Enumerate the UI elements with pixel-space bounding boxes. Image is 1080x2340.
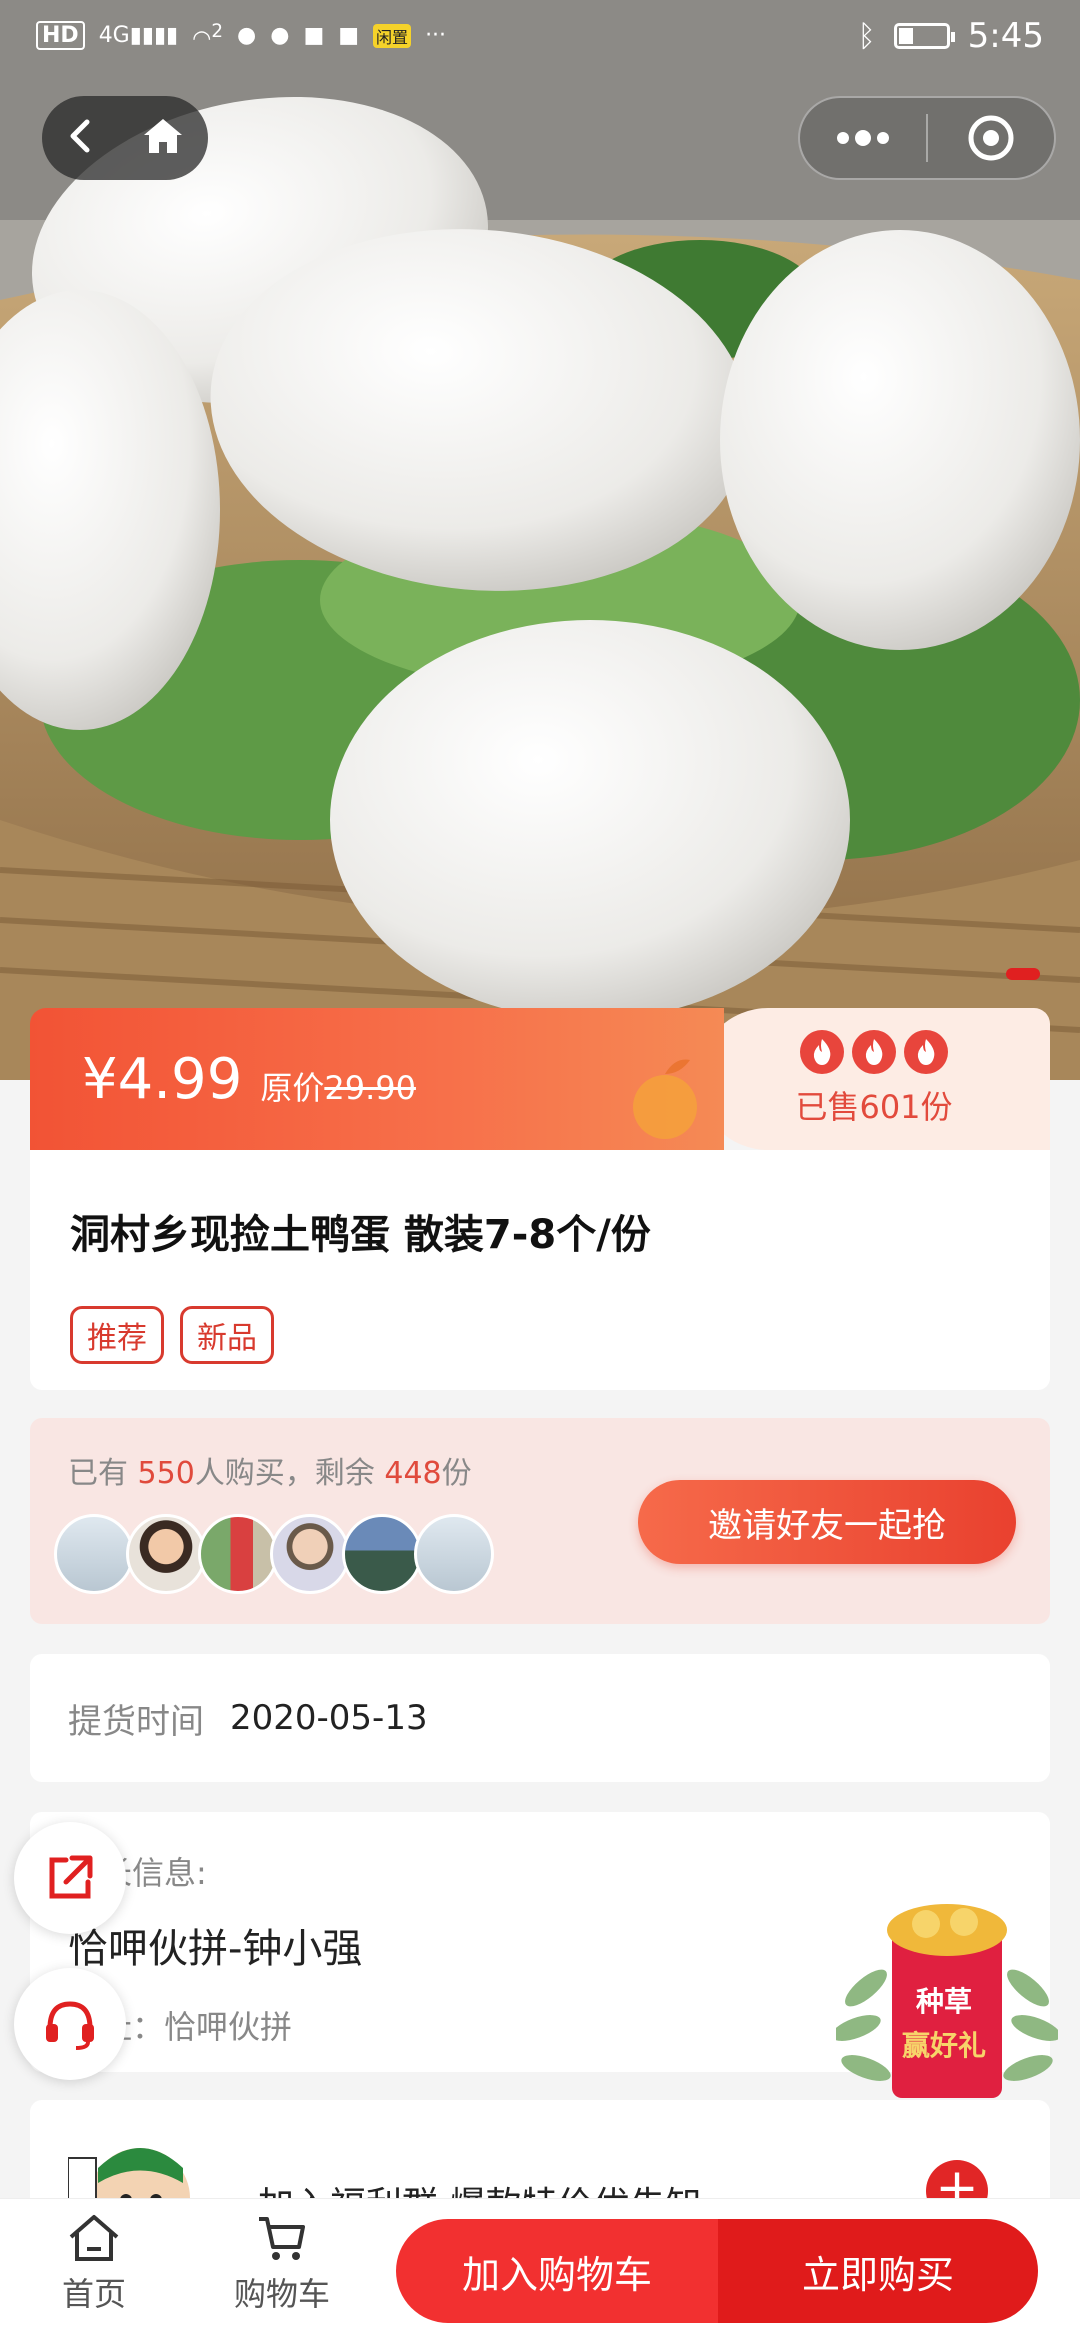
app-badge: 闲置 xyxy=(373,23,412,48)
avatar xyxy=(198,1514,278,1594)
price-banner: ¥4.99 原价29.90 已售601份 xyxy=(30,1008,1050,1150)
customer-service-button[interactable] xyxy=(14,1968,126,2080)
wechat-icon: ● xyxy=(237,23,257,49)
pickup-time-label: 提货时间 xyxy=(68,1701,204,1742)
signal-label: 4G xyxy=(98,23,130,49)
purchase-actions: 加入购物车 立即购买 xyxy=(396,2219,1038,2323)
share-button[interactable] xyxy=(14,1822,126,1934)
sold-count: 已售601份 xyxy=(795,1088,953,1126)
price-section: ¥4.99 原价29.90 xyxy=(30,1008,724,1150)
sales-section: 已售601份 xyxy=(698,1008,1050,1150)
tab-cart-label: 购物车 xyxy=(233,2275,330,2313)
remaining-count: 448 xyxy=(384,1456,442,1491)
more-dots-icon xyxy=(837,130,889,146)
nav-capsule xyxy=(42,96,208,180)
hot-flames xyxy=(800,1030,948,1074)
tab-home-label: 首页 xyxy=(61,2275,126,2313)
carousel-indicator xyxy=(1006,968,1040,980)
close-miniprogram-button[interactable] xyxy=(928,98,1054,178)
avatar xyxy=(54,1514,134,1594)
home-icon[interactable] xyxy=(141,116,185,160)
tab-cart[interactable]: 购物车 xyxy=(212,2213,352,2315)
tag-recommend: 推荐 xyxy=(70,1306,164,1364)
share-icon xyxy=(49,1855,93,1899)
wifi-icon: ◠2 xyxy=(192,20,224,52)
clock: 5:45 xyxy=(967,16,1044,56)
original-price-value: 29.90 xyxy=(324,1069,416,1107)
pickup-time-card: 提货时间 2020-05-13 xyxy=(30,1654,1050,1782)
headset-icon xyxy=(46,2001,94,2050)
buyer-count: 550 xyxy=(137,1456,195,1491)
bluetooth-icon: ᛒ xyxy=(857,18,876,54)
current-price: ¥4.99 xyxy=(82,1046,243,1112)
fruit-decoration-icon xyxy=(633,1059,697,1139)
avatar xyxy=(342,1514,422,1594)
hand-icon: ■ xyxy=(338,23,360,49)
chat-icon: ● xyxy=(270,23,290,49)
summary-mid: 人购买，剩余 xyxy=(194,1456,375,1491)
flame-icon xyxy=(852,1030,896,1074)
tag-new: 新品 xyxy=(180,1306,274,1364)
hd-indicator: HD xyxy=(36,21,85,51)
original-price-label: 原价 xyxy=(260,1069,325,1107)
avatar xyxy=(126,1514,206,1594)
summary-suffix: 份 xyxy=(441,1456,472,1491)
signal-icon: 4G▮▮▮▮ xyxy=(98,23,179,49)
original-price: 原价29.90 xyxy=(260,1063,416,1109)
summary-prefix: 已有 xyxy=(68,1456,128,1491)
battery-icon xyxy=(893,23,955,49)
avatar xyxy=(414,1514,494,1594)
flame-icon xyxy=(800,1030,844,1074)
notification-icon: ■ xyxy=(303,23,325,49)
home-icon xyxy=(69,2215,119,2261)
avatar xyxy=(270,1514,350,1594)
target-icon xyxy=(968,115,1014,161)
promo-line1: 种草 xyxy=(916,1985,973,2018)
add-to-cart-button[interactable]: 加入购物车 xyxy=(396,2219,718,2323)
cart-icon xyxy=(259,2217,305,2260)
product-tags: 推荐 新品 xyxy=(70,1306,1010,1364)
group-buy-card: 已有 550人购买，剩余 448份 邀请好友一起抢 xyxy=(30,1418,1050,1624)
pickup-time-value: 2020-05-13 xyxy=(230,1698,428,1738)
product-info-card: 洞村乡现捡土鸭蛋 散装7-8个/份 推荐 新品 xyxy=(30,1150,1050,1390)
tab-home[interactable]: 首页 xyxy=(24,2213,164,2315)
status-bar: HD 4G▮▮▮▮ ◠2 ● ● ■ ■ 闲置 ··· ᛒ 5:45 xyxy=(0,0,1080,72)
more-menu-button[interactable] xyxy=(800,98,926,178)
miniprogram-capsule xyxy=(798,96,1056,180)
bottom-action-bar: 首页 购物车 加入购物车 立即购买 xyxy=(0,2198,1080,2340)
promo-line2: 赢好礼 xyxy=(902,2029,987,2062)
wifi-label: 2 xyxy=(211,20,224,42)
buyer-avatars xyxy=(54,1514,494,1594)
buy-now-button[interactable]: 立即购买 xyxy=(718,2219,1038,2323)
product-title: 洞村乡现捡土鸭蛋 散装7-8个/份 xyxy=(70,1212,651,1258)
more-notifications: ··· xyxy=(425,23,447,49)
flame-icon xyxy=(904,1030,948,1074)
back-icon[interactable] xyxy=(65,116,95,160)
promo-red-packet[interactable]: 种草 赢好礼 xyxy=(831,1888,1061,2110)
invite-friends-button[interactable]: 邀请好友一起抢 xyxy=(638,1480,1016,1564)
